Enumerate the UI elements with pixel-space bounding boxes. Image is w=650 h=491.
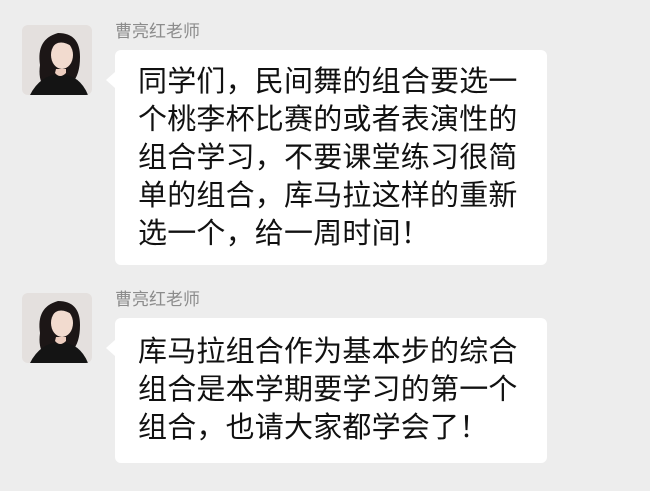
- message-line: 同学们，民间舞的组合要选一: [138, 66, 518, 98]
- sender-name: 曹亮红老师: [115, 290, 200, 309]
- message-bubble[interactable]: 库马拉组合作为基本步的综合 组合是本学期要学习的第一个 组合，也请大家都学会了！: [106, 318, 547, 463]
- message-line: 选一个，给一周时间！: [138, 218, 431, 250]
- message-line: 组合，也请大家都学会了！: [138, 412, 489, 444]
- sender-name: 曹亮红老师: [115, 22, 200, 41]
- avatar[interactable]: [22, 293, 92, 363]
- message-line: 个桃李杯比赛的或者表演性的: [138, 104, 518, 136]
- message-bubble[interactable]: 同学们，民间舞的组合要选一 个桃李杯比赛的或者表演性的 组合学习，不要课堂练习很…: [106, 50, 547, 265]
- message-line: 库马拉组合作为基本步的综合: [138, 336, 518, 368]
- message-line: 组合学习，不要课堂练习很简: [138, 142, 518, 174]
- message-line: 单的组合，库马拉这样的重新: [138, 180, 518, 212]
- avatar-photo-icon: [22, 25, 92, 95]
- avatar[interactable]: [22, 25, 92, 95]
- message-line: 组合是本学期要学习的第一个: [138, 374, 518, 406]
- avatar-photo-icon: [22, 293, 92, 363]
- bubble-tail: [106, 72, 115, 88]
- bubble-tail: [106, 340, 115, 356]
- chat-screen: 曹亮红老师 同学们，民间舞的组合要选一 个桃李杯比赛的或者表演性的 组合学习，不…: [0, 0, 650, 491]
